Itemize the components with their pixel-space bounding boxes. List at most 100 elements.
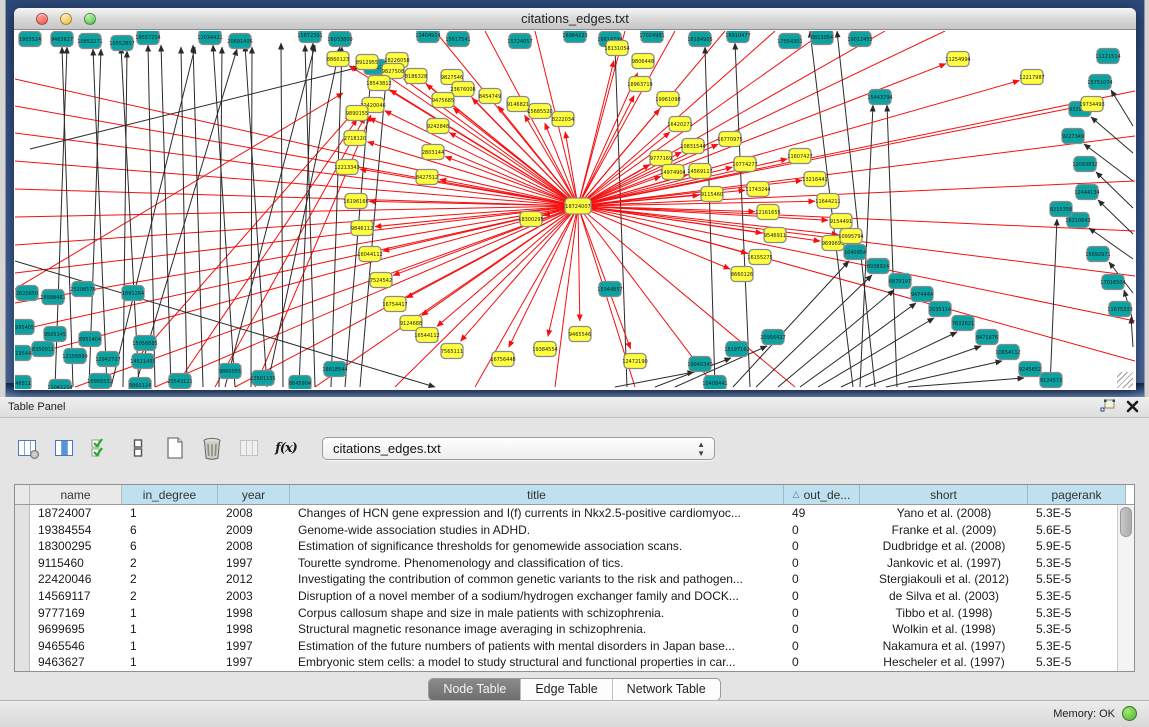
cell-in_degree[interactable]: 1 [122,621,218,638]
cell-short[interactable]: Franke et al. (2009) [860,522,1028,539]
cell-pagerank[interactable]: 5.3E-5 [1028,621,1117,638]
cell-year[interactable]: 2008 [218,538,290,555]
cell-in_degree[interactable]: 6 [122,538,218,555]
tab-network-table[interactable]: Network Table [613,679,720,700]
cell-in_degree[interactable]: 2 [122,571,218,588]
cell-year[interactable]: 1998 [218,605,290,622]
cell-pagerank[interactable]: 5.3E-5 [1028,605,1117,622]
cell-pagerank[interactable]: 5.3E-5 [1028,638,1117,655]
network-view-window[interactable]: citations_edges.txt 19035249463627108522… [14,8,1136,390]
cell-out_de[interactable]: 0 [784,555,860,572]
cell-name[interactable]: 18300295 [30,538,122,555]
cell-in_degree[interactable]: 1 [122,654,218,671]
cell-title[interactable]: Structural magnetic resonance image aver… [290,621,784,638]
table-vertical-scrollbar[interactable] [1117,505,1134,671]
table-row[interactable]: 969969511998Structural magnetic resonanc… [15,621,1117,638]
table-rows[interactable]: 1872400712008Changes of HCN gene express… [15,505,1117,671]
table-row[interactable]: 946554611997Estimation of the future num… [15,638,1117,655]
rows-icon[interactable] [125,435,151,461]
cell-year[interactable]: 1997 [218,638,290,655]
scrollbar-thumb[interactable] [1120,507,1132,537]
node-attribute-table[interactable]: namein_degreeyeartitle△out_de...shortpag… [14,484,1135,672]
cell-name[interactable]: 9699695 [30,621,122,638]
cell-short[interactable]: Nakamura et al. (1997) [860,638,1028,655]
cell-in_degree[interactable]: 1 [122,505,218,522]
cell-year[interactable]: 1997 [218,654,290,671]
cell-short[interactable]: Wolkin et al. (1998) [860,621,1028,638]
cell-pagerank[interactable]: 5.5E-5 [1028,571,1117,588]
column-header-year[interactable]: year [218,485,290,504]
table-row[interactable]: 977716911998Corpus callosum shape and si… [15,605,1117,622]
column-header-short[interactable]: short [860,485,1028,504]
cell-title[interactable]: Estimation of significance thresholds fo… [290,538,784,555]
cell-out_de[interactable]: 0 [784,588,860,605]
table-row[interactable]: 1872400712008Changes of HCN gene express… [15,505,1117,522]
function-builder-icon[interactable]: f(x) [273,435,299,461]
cell-in_degree[interactable]: 6 [122,522,218,539]
cell-short[interactable]: Stergiakouli et al. (2012) [860,571,1028,588]
cell-title[interactable]: Estimation of the future numbers of pati… [290,638,784,655]
cell-pagerank[interactable]: 5.3E-5 [1028,555,1117,572]
cell-year[interactable]: 1998 [218,621,290,638]
cell-pagerank[interactable]: 5.3E-5 [1028,588,1117,605]
table-row[interactable]: 1938455462009Genome-wide association stu… [15,522,1117,539]
cell-title[interactable]: Disruption of a novel member of a sodium… [290,588,784,605]
cell-name[interactable]: 9463627 [30,654,122,671]
column-header-title[interactable]: title [290,485,784,504]
column-header-in_degree[interactable]: in_degree [122,485,218,504]
network-canvas[interactable]: 1903524946362710852271105528571955725412… [15,31,1135,390]
cell-out_de[interactable]: 0 [784,538,860,555]
cell-short[interactable]: Tibbo et al. (1998) [860,605,1028,622]
cell-title[interactable]: Tourette syndrome. Phenomenology and cla… [290,555,784,572]
cell-title[interactable]: Changes of HCN gene expression and I(f) … [290,505,784,522]
cell-in_degree[interactable]: 1 [122,638,218,655]
column-settings-icon[interactable] [14,435,40,461]
cell-year[interactable]: 2003 [218,588,290,605]
network-graph[interactable]: 1903524946362710852271105528571955725412… [15,31,1135,389]
memory-status-icon[interactable] [1122,706,1137,721]
column-header-pagerank[interactable]: pagerank [1028,485,1126,504]
network-window-titlebar[interactable]: citations_edges.txt [14,8,1136,30]
close-panel-icon[interactable] [1126,399,1139,414]
cell-in_degree[interactable]: 2 [122,588,218,605]
table-row[interactable]: 2242004622012Investigating the contribut… [15,571,1117,588]
cell-name[interactable]: 22420046 [30,571,122,588]
cell-out_de[interactable]: 0 [784,571,860,588]
cell-name[interactable]: 14569117 [30,588,122,605]
cell-name[interactable]: 18724007 [30,505,122,522]
cell-short[interactable]: Jankovic et al. (1997) [860,555,1028,572]
delete-table-icon[interactable] [199,435,225,461]
table-row[interactable]: 1456911722003Disruption of a novel membe… [15,588,1117,605]
cell-title[interactable]: Genome-wide association studies in ADHD. [290,522,784,539]
cell-short[interactable]: Hescheler et al. (1997) [860,654,1028,671]
cell-year[interactable]: 2008 [218,505,290,522]
cell-out_de[interactable]: 0 [784,638,860,655]
window-resize-handle[interactable] [1117,372,1133,388]
cell-out_de[interactable]: 0 [784,654,860,671]
cell-short[interactable]: de Silva et al. (2003) [860,588,1028,605]
cell-in_degree[interactable]: 2 [122,555,218,572]
cell-pagerank[interactable]: 5.9E-5 [1028,538,1117,555]
table-row[interactable]: 946362711997Embryonic stem cells: a mode… [15,654,1117,671]
cell-year[interactable]: 2009 [218,522,290,539]
cell-title[interactable]: Investigating the contribution of common… [290,571,784,588]
tab-node-table[interactable]: Node Table [429,679,521,700]
select-column-icon[interactable] [51,435,77,461]
table-row[interactable]: 1830029562008Estimation of significance … [15,538,1117,555]
cell-name[interactable]: 9465546 [30,638,122,655]
cell-year[interactable]: 2012 [218,571,290,588]
cell-name[interactable]: 19384554 [30,522,122,539]
cell-pagerank[interactable]: 5.3E-5 [1028,654,1117,671]
cell-title[interactable]: Corpus callosum shape and size in male p… [290,605,784,622]
cell-name[interactable]: 9115460 [30,555,122,572]
row-selection-icon[interactable] [88,435,114,461]
cell-title[interactable]: Embryonic stem cells: a model to study s… [290,654,784,671]
column-header-name[interactable]: name [30,485,122,504]
cell-short[interactable]: Dudbridge et al. (2008) [860,538,1028,555]
cell-out_de[interactable]: 0 [784,605,860,622]
float-panel-icon[interactable] [1100,399,1116,414]
table-select-combo[interactable]: citations_edges.txt ▲▼ [322,437,715,460]
cell-short[interactable]: Yano et al. (2008) [860,505,1028,522]
new-table-icon[interactable] [162,435,188,461]
cell-out_de[interactable]: 49 [784,505,860,522]
